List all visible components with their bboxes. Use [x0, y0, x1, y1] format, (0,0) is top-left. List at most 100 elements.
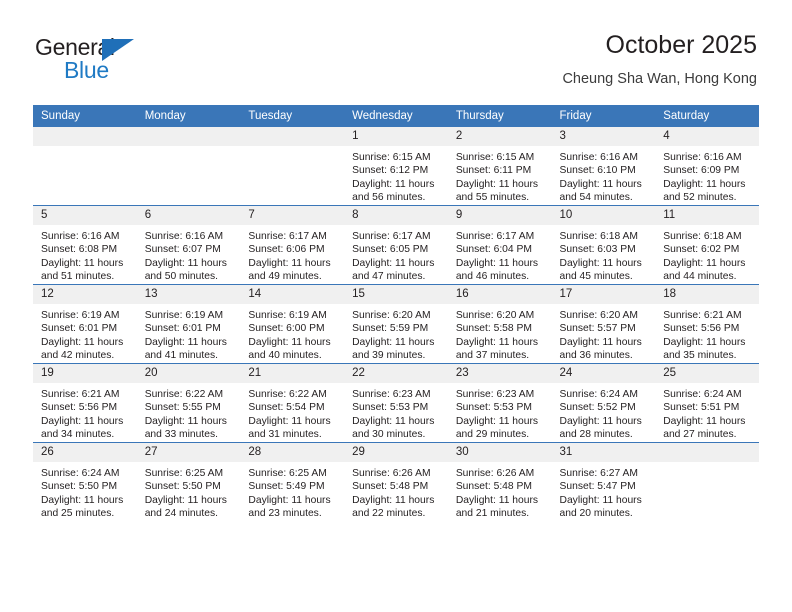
sunrise-text: Sunrise: 6:21 AM: [663, 310, 742, 321]
day-details: [240, 146, 344, 151]
calendar-day-cell[interactable]: 2 Sunrise: 6:15 AM Sunset: 6:11 PM Daylight…: [447, 127, 552, 206]
calendar-day-cell-empty: [33, 127, 137, 206]
day-details: Sunrise: 6:25 AM Sunset: 5:50 PM Daylight:…: [137, 462, 241, 521]
calendar-day-cell[interactable]: 16 Sunrise: 6:20 AM Sunset: 5:58 PM Dayligh…: [447, 284, 552, 364]
daylight-text: Daylight: 11 hours and 45 minutes.: [559, 257, 642, 283]
sunrise-text: Sunrise: 6:16 AM: [559, 152, 638, 163]
calendar-day-cell[interactable]: 14 Sunrise: 6:19 AM Sunset: 6:00 PM Dayligh…: [240, 284, 345, 364]
sunrise-text: Sunrise: 6:22 AM: [144, 389, 224, 400]
day-number: 12: [33, 285, 137, 304]
sunrise-text: Sunrise: 6:18 AM: [663, 231, 742, 242]
day-details: Sunrise: 6:18 AM Sunset: 6:02 PM Daylight:…: [655, 225, 759, 284]
calendar-day-cell[interactable]: 7 Sunrise: 6:17 AM Sunset: 6:06 PM Daylight…: [240, 205, 345, 285]
day-details: Sunrise: 6:15 AM Sunset: 6:12 PM Daylight:…: [344, 146, 448, 205]
day-details: Sunrise: 6:20 AM Sunset: 5:58 PM Daylight:…: [448, 304, 552, 363]
calendar-day-cell[interactable]: 11 Sunrise: 6:18 AM Sunset: 6:02 PM Dayligh…: [655, 205, 759, 285]
day-number: 13: [136, 285, 241, 304]
calendar-day-cell[interactable]: 15 Sunrise: 6:20 AM Sunset: 5:59 PM Dayligh…: [344, 284, 448, 364]
day-details: Sunrise: 6:15 AM Sunset: 6:11 PM Daylight:…: [448, 146, 552, 205]
sunset-text: Sunset: 6:03 PM: [559, 244, 636, 256]
calendar-day-cell[interactable]: 3 Sunrise: 6:16 AM Sunset: 6:10 PM Daylight…: [551, 127, 656, 206]
general-blue-logo[interactable]: General Blue: [35, 34, 185, 90]
day-details: Sunrise: 6:25 AM Sunset: 5:49 PM Daylight:…: [240, 462, 344, 521]
calendar-day-cell[interactable]: 17 Sunrise: 6:20 AM Sunset: 5:57 PM Dayligh…: [551, 284, 656, 364]
day-details: Sunrise: 6:27 AM Sunset: 5:47 PM Daylight:…: [552, 462, 656, 521]
daylight-text: Daylight: 11 hours and 35 minutes.: [663, 336, 746, 362]
sunset-text: Sunset: 5:58 PM: [455, 323, 532, 335]
sunrise-text: Sunrise: 6:22 AM: [248, 389, 327, 400]
calendar-day-cell[interactable]: 10 Sunrise: 6:18 AM Sunset: 6:03 PM Dayligh…: [551, 205, 656, 285]
sunset-text: Sunset: 6:06 PM: [248, 244, 325, 256]
day-number: 2: [447, 127, 552, 146]
calendar-day-cell[interactable]: 29 Sunrise: 6:26 AM Sunset: 5:48 PM Dayligh…: [344, 442, 448, 521]
sunset-text: Sunset: 5:59 PM: [352, 323, 429, 335]
sunrise-text: Sunrise: 6:20 AM: [352, 310, 431, 321]
sunset-text: Sunset: 6:07 PM: [144, 244, 221, 256]
calendar-day-cell[interactable]: 21 Sunrise: 6:22 AM Sunset: 5:54 PM Dayligh…: [240, 363, 345, 443]
sunrise-text: Sunrise: 6:20 AM: [559, 310, 638, 321]
sunset-text: Sunset: 6:10 PM: [559, 165, 636, 177]
day-details: Sunrise: 6:23 AM Sunset: 5:53 PM Daylight:…: [344, 383, 448, 442]
sunset-text: Sunset: 5:47 PM: [559, 481, 636, 493]
page-header: General Blue October 2025 Cheung Sha Wan…: [35, 30, 757, 98]
day-number: 29: [344, 443, 448, 462]
day-number: 27: [136, 443, 241, 462]
calendar-day-cell[interactable]: 25 Sunrise: 6:24 AM Sunset: 5:51 PM Dayligh…: [655, 363, 759, 443]
calendar-day-cell[interactable]: 22 Sunrise: 6:23 AM Sunset: 5:53 PM Dayligh…: [344, 363, 448, 443]
calendar-day-cell-empty: [136, 127, 241, 206]
weekday-header-wednesday: Wednesday: [344, 105, 448, 127]
calendar-day-cell[interactable]: 4 Sunrise: 6:16 AM Sunset: 6:09 PM Daylight…: [655, 127, 759, 206]
sunset-text: Sunset: 5:53 PM: [455, 402, 532, 414]
day-details: Sunrise: 6:16 AM Sunset: 6:08 PM Daylight:…: [33, 225, 137, 284]
calendar-day-cell[interactable]: 20 Sunrise: 6:22 AM Sunset: 5:55 PM Dayligh…: [136, 363, 241, 443]
daylight-text: Daylight: 11 hours and 21 minutes.: [455, 494, 539, 520]
weekday-header-row: Sunday Monday Tuesday Wednesday Thursday…: [33, 105, 759, 127]
daylight-text: Daylight: 11 hours and 28 minutes.: [559, 415, 642, 441]
calendar-day-cell[interactable]: 27 Sunrise: 6:25 AM Sunset: 5:50 PM Dayligh…: [136, 442, 241, 521]
weekday-header-friday: Friday: [551, 105, 656, 127]
calendar-day-cell[interactable]: 8 Sunrise: 6:17 AM Sunset: 6:05 PM Daylight…: [344, 205, 448, 285]
calendar-week-row: 26 Sunrise: 6:24 AM Sunset: 5:50 PM Dayligh…: [33, 442, 759, 521]
calendar-day-cell[interactable]: 5 Sunrise: 6:16 AM Sunset: 6:08 PM Daylight…: [33, 205, 137, 285]
sunset-text: Sunset: 6:11 PM: [455, 165, 532, 177]
calendar-day-cell[interactable]: 9 Sunrise: 6:17 AM Sunset: 6:04 PM Daylight…: [447, 205, 552, 285]
sunset-text: Sunset: 5:51 PM: [663, 402, 740, 414]
sunset-text: Sunset: 5:55 PM: [144, 402, 221, 414]
day-number: 18: [655, 285, 759, 304]
calendar-day-cell[interactable]: 1 Sunrise: 6:15 AM Sunset: 6:12 PM Daylight…: [344, 127, 448, 206]
calendar-day-cell[interactable]: 24 Sunrise: 6:24 AM Sunset: 5:52 PM Dayligh…: [551, 363, 656, 443]
day-number: 6: [136, 206, 241, 225]
calendar-day-cell[interactable]: 12 Sunrise: 6:19 AM Sunset: 6:01 PM Dayligh…: [33, 284, 137, 364]
day-details: Sunrise: 6:22 AM Sunset: 5:54 PM Daylight:…: [240, 383, 344, 442]
daylight-text: Daylight: 11 hours and 46 minutes.: [455, 257, 539, 283]
daylight-text: Daylight: 11 hours and 39 minutes.: [352, 336, 435, 362]
calendar-day-cell[interactable]: 31 Sunrise: 6:27 AM Sunset: 5:47 PM Dayligh…: [551, 442, 656, 521]
day-details: Sunrise: 6:21 AM Sunset: 5:56 PM Daylight:…: [33, 383, 137, 442]
daylight-text: Daylight: 11 hours and 34 minutes.: [41, 415, 124, 441]
daylight-text: Daylight: 11 hours and 52 minutes.: [663, 178, 746, 204]
calendar-day-cell[interactable]: 30 Sunrise: 6:26 AM Sunset: 5:48 PM Dayligh…: [447, 442, 552, 521]
daylight-text: Daylight: 11 hours and 47 minutes.: [352, 257, 435, 283]
sunrise-text: Sunrise: 6:23 AM: [455, 389, 535, 400]
sunrise-text: Sunrise: 6:26 AM: [352, 468, 431, 479]
daylight-text: Daylight: 11 hours and 30 minutes.: [352, 415, 435, 441]
calendar-day-cell[interactable]: 26 Sunrise: 6:24 AM Sunset: 5:50 PM Dayligh…: [33, 442, 137, 521]
sunset-text: Sunset: 6:00 PM: [248, 323, 325, 335]
day-number: 3: [551, 127, 656, 146]
calendar-day-cell[interactable]: 19 Sunrise: 6:21 AM Sunset: 5:56 PM Dayligh…: [33, 363, 137, 443]
sunset-text: Sunset: 6:04 PM: [455, 244, 532, 256]
sunrise-text: Sunrise: 6:27 AM: [559, 468, 638, 479]
calendar-day-cell[interactable]: 28 Sunrise: 6:25 AM Sunset: 5:49 PM Dayligh…: [240, 442, 345, 521]
daylight-text: Daylight: 11 hours and 54 minutes.: [559, 178, 642, 204]
calendar-day-cell[interactable]: 6 Sunrise: 6:16 AM Sunset: 6:07 PM Daylight…: [136, 205, 241, 285]
calendar-day-cell[interactable]: 13 Sunrise: 6:19 AM Sunset: 6:01 PM Dayligh…: [136, 284, 241, 364]
calendar-day-cell[interactable]: 18 Sunrise: 6:21 AM Sunset: 5:56 PM Dayligh…: [655, 284, 759, 364]
daylight-text: Daylight: 11 hours and 22 minutes.: [352, 494, 435, 520]
day-details: Sunrise: 6:17 AM Sunset: 6:06 PM Daylight:…: [240, 225, 344, 284]
weekday-header-saturday: Saturday: [655, 105, 759, 127]
day-details: Sunrise: 6:26 AM Sunset: 5:48 PM Daylight:…: [448, 462, 552, 521]
calendar-day-cell[interactable]: 23 Sunrise: 6:23 AM Sunset: 5:53 PM Dayligh…: [447, 363, 552, 443]
day-details: Sunrise: 6:17 AM Sunset: 6:04 PM Daylight:…: [448, 225, 552, 284]
weekday-header-monday: Monday: [136, 105, 241, 127]
sunrise-text: Sunrise: 6:15 AM: [455, 152, 535, 163]
